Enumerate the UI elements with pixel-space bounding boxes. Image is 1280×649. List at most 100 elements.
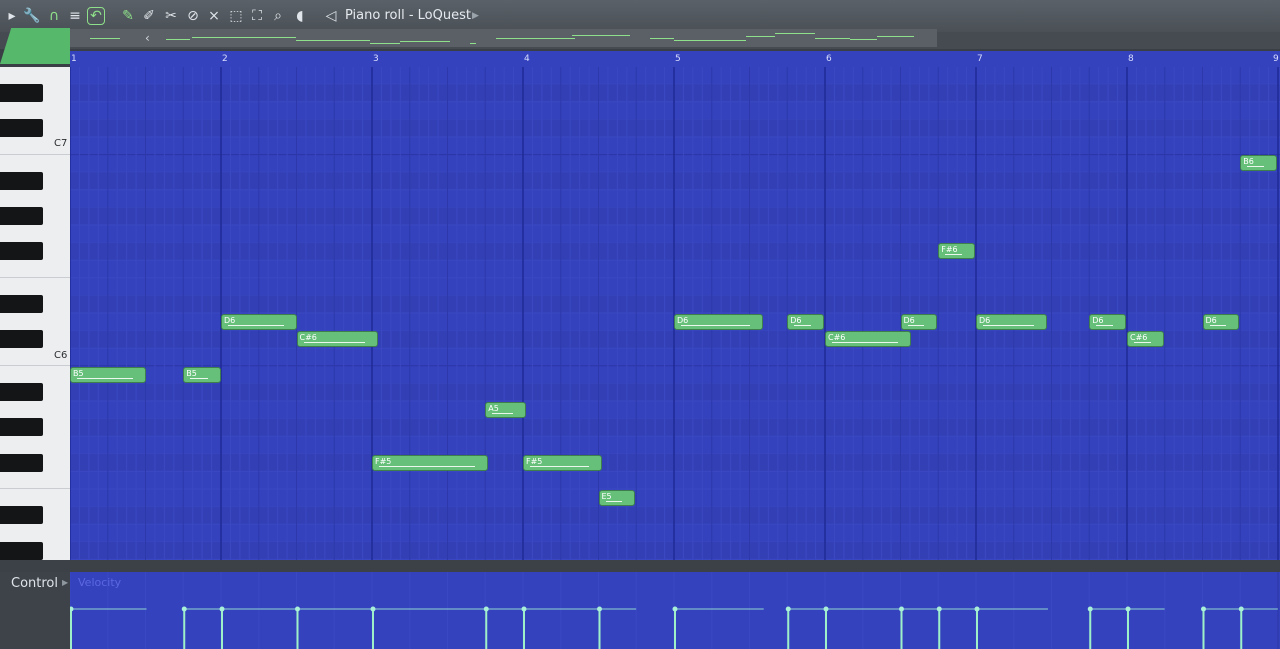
note-block[interactable]: B5 bbox=[183, 366, 221, 383]
ruler-bar-label: 6 bbox=[826, 54, 832, 64]
velocity-lane[interactable] bbox=[70, 572, 1280, 649]
velocity-handle[interactable] bbox=[1238, 606, 1244, 612]
overview-note-line bbox=[192, 37, 296, 38]
note-block[interactable]: B6 bbox=[1240, 155, 1277, 172]
note-block[interactable]: F#5 bbox=[372, 454, 489, 471]
velocity-handle[interactable] bbox=[295, 606, 300, 612]
mute-icon[interactable]: ⊘ bbox=[184, 7, 202, 25]
note-block[interactable]: D6 bbox=[221, 313, 297, 330]
note-label: F#5 bbox=[526, 456, 543, 466]
overview-note-line bbox=[650, 38, 674, 39]
menu-arrow-icon[interactable]: ▸ bbox=[3, 7, 21, 25]
black-key[interactable] bbox=[0, 506, 43, 525]
velocity-handle[interactable] bbox=[974, 606, 980, 612]
zoom-icon[interactable]: ⌕ bbox=[269, 7, 287, 25]
black-key[interactable] bbox=[0, 418, 43, 437]
note-block[interactable]: D6 bbox=[1202, 313, 1240, 330]
black-key[interactable] bbox=[0, 330, 43, 349]
note-block[interactable]: B5 bbox=[70, 366, 146, 383]
note-block[interactable]: D6 bbox=[787, 313, 824, 330]
brush-icon[interactable]: ✐ bbox=[140, 7, 158, 25]
overview-note-line bbox=[296, 40, 370, 41]
black-key[interactable] bbox=[0, 172, 43, 190]
note-label: F#6 bbox=[941, 245, 958, 255]
velocity-handle[interactable] bbox=[483, 606, 489, 612]
control-label[interactable]: Control bbox=[11, 576, 58, 591]
black-key[interactable] bbox=[0, 541, 43, 560]
velocity-handle[interactable] bbox=[370, 606, 376, 612]
overview-note-line bbox=[746, 36, 775, 37]
window-title[interactable]: Piano roll - LoQuest bbox=[345, 7, 471, 25]
black-key[interactable] bbox=[0, 84, 43, 102]
velocity-handle[interactable] bbox=[785, 606, 791, 612]
horizontal-scrollbar[interactable]: ‹ bbox=[70, 29, 937, 47]
velocity-handle[interactable] bbox=[219, 606, 225, 612]
ruler-bar-label: 5 bbox=[675, 54, 681, 64]
velocity-handle[interactable] bbox=[521, 606, 527, 612]
magnet-icon[interactable]: ∩ bbox=[45, 7, 63, 25]
velocity-handle[interactable] bbox=[1201, 606, 1206, 612]
control-panel-header[interactable]: Control ▶ bbox=[0, 572, 70, 649]
zoom-fit-icon[interactable]: ⛶ bbox=[248, 7, 266, 25]
note-label: D6 bbox=[1092, 315, 1104, 325]
velocity-handle[interactable] bbox=[672, 606, 678, 612]
velocity-handle[interactable] bbox=[899, 606, 904, 612]
note-block[interactable]: C#6 bbox=[825, 331, 911, 348]
piano-keyboard[interactable]: C7C6C5 bbox=[0, 67, 71, 560]
note-grid[interactable]: B5 B5 D6 C#6 F#5 A5 F#5 E5 D6 D6 C#6 D6 F#6 D6 D6 C#6 D6… bbox=[70, 67, 1280, 560]
note-block[interactable]: C#6 bbox=[296, 331, 379, 348]
channel-tab[interactable] bbox=[0, 28, 70, 64]
note-label: C#6 bbox=[1130, 333, 1148, 343]
velocity-handle[interactable] bbox=[70, 606, 74, 612]
black-key[interactable] bbox=[0, 119, 43, 138]
velocity-handle[interactable] bbox=[936, 606, 942, 612]
note-length-bar bbox=[77, 377, 133, 379]
note-block[interactable]: D6 bbox=[1089, 313, 1126, 330]
black-key[interactable] bbox=[0, 207, 43, 226]
note-length-bar bbox=[190, 377, 208, 379]
velocity-handle[interactable] bbox=[181, 606, 187, 612]
speaker-icon[interactable]: ◁ bbox=[322, 7, 340, 25]
velocity-handle[interactable] bbox=[1087, 606, 1093, 612]
control-menu-arrow-icon[interactable]: ▶ bbox=[62, 578, 68, 587]
playback-icon[interactable]: ◖ bbox=[291, 7, 309, 25]
wrench-icon[interactable]: 🔧 bbox=[23, 7, 41, 25]
note-label: D6 bbox=[979, 315, 991, 325]
note-block[interactable]: C#6 bbox=[1127, 331, 1164, 348]
note-block[interactable]: D6 bbox=[976, 313, 1047, 330]
panel-divider[interactable] bbox=[0, 560, 1280, 572]
delete-icon[interactable]: ✂ bbox=[162, 7, 180, 25]
velocity-handle[interactable] bbox=[823, 606, 829, 612]
scroll-left-icon[interactable]: ‹ bbox=[145, 29, 150, 47]
overview-note-line bbox=[496, 38, 575, 39]
note-label: F#5 bbox=[375, 456, 392, 466]
overview-note-line bbox=[572, 35, 630, 36]
black-key[interactable] bbox=[0, 453, 43, 472]
note-label: A5 bbox=[488, 403, 499, 413]
note-block[interactable]: E5 bbox=[598, 489, 636, 506]
ruler-bar-label: 9 bbox=[1273, 54, 1279, 64]
note-block[interactable]: A5 bbox=[485, 401, 527, 418]
note-block[interactable]: D6 bbox=[900, 313, 938, 330]
white-key-divider bbox=[0, 153, 70, 155]
black-key[interactable] bbox=[0, 295, 43, 314]
undo-icon[interactable]: ↶ bbox=[87, 7, 105, 25]
pencil-icon[interactable]: ✎ bbox=[119, 7, 137, 25]
menu-circle-icon[interactable]: ≡ bbox=[66, 7, 84, 25]
note-block[interactable]: D6 bbox=[674, 313, 763, 330]
note-length-bar bbox=[379, 465, 476, 467]
note-length-bar bbox=[832, 342, 898, 344]
white-key-divider bbox=[0, 488, 70, 490]
overview-note-line bbox=[674, 40, 746, 41]
velocity-handle[interactable] bbox=[1125, 606, 1131, 612]
black-key[interactable] bbox=[0, 383, 43, 402]
black-key[interactable] bbox=[0, 242, 43, 261]
title-menu-arrow-icon[interactable]: ▶ bbox=[472, 8, 479, 24]
note-block[interactable]: F#5 bbox=[523, 454, 603, 471]
slice-icon[interactable]: ⨯ bbox=[205, 7, 223, 25]
note-block[interactable]: F#6 bbox=[938, 243, 975, 260]
ruler-bar-label: 3 bbox=[373, 54, 379, 64]
velocity-handle[interactable] bbox=[597, 606, 602, 612]
note-length-bar bbox=[983, 324, 1034, 326]
select-icon[interactable]: ⬚ bbox=[227, 7, 245, 25]
